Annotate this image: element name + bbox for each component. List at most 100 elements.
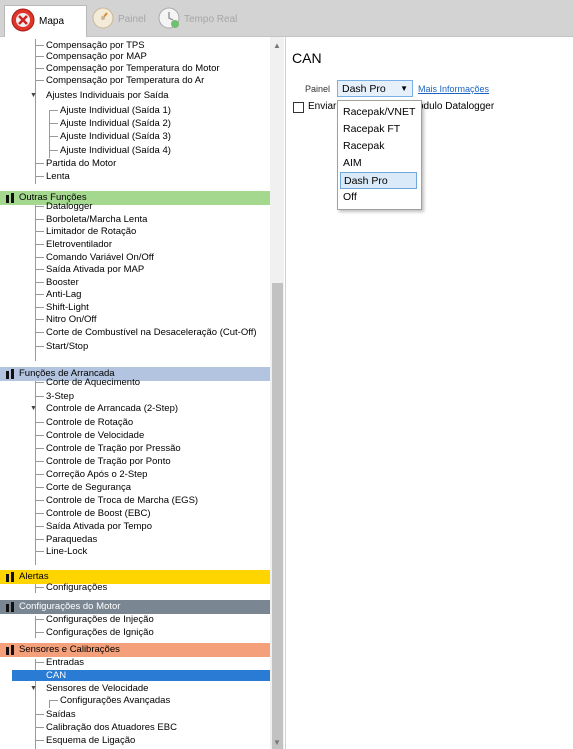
tree-item-label: Corte de Segurança	[46, 482, 132, 493]
tree-item[interactable]: Controle de Troca de Marcha (EGS)	[0, 495, 270, 506]
painel-select-value: Dash Pro	[342, 83, 386, 95]
tree-item[interactable]: Calibração dos Atuadores EBC	[0, 722, 270, 733]
tree-item[interactable]: ▼ Sensores de Velocidade	[0, 683, 270, 694]
tab-mapa[interactable]: Mapa	[4, 5, 87, 37]
tree-item[interactable]: Shift-Light	[0, 302, 270, 313]
tree-item[interactable]: Compensação por TPS	[0, 40, 270, 51]
tree-connector	[35, 662, 44, 663]
tree-item[interactable]: ▼ Ajustes Individuais por Saída	[0, 90, 270, 101]
tree-item[interactable]: 3-Step	[0, 391, 270, 402]
tree-item-label: Compensação por Temperatura do Motor	[46, 63, 220, 74]
datalogger-checkbox[interactable]	[293, 102, 304, 113]
dropdown-option[interactable]: Off	[340, 189, 417, 206]
tree-item-label: Controle de Tração por Pressão	[46, 443, 181, 454]
category-sensores-calibracoes[interactable]: Sensores e Calibrações	[0, 643, 270, 657]
tree-item[interactable]: Controle de Velocidade	[0, 430, 270, 441]
tree-item[interactable]: Compensação por MAP	[0, 51, 270, 62]
tree-item-selected[interactable]: CAN	[12, 670, 270, 681]
tree-item-label: Saída Ativada por Tempo	[46, 521, 152, 532]
tree-connector	[35, 619, 44, 620]
tree-item[interactable]: Limitador de Rotação	[0, 226, 270, 237]
tree-connector	[35, 500, 44, 501]
tree-item-label: Controle de Velocidade	[46, 430, 145, 441]
tree-item[interactable]: Nitro On/Off	[0, 314, 270, 325]
tab-painel[interactable]: Painel	[92, 4, 146, 34]
tree-item[interactable]: Controle de Tração por Pressão	[0, 443, 270, 454]
dropdown-option[interactable]: Racepak	[340, 138, 417, 155]
tree-item[interactable]: Saídas	[0, 709, 270, 720]
tree-item[interactable]: Corte de Segurança	[0, 482, 270, 493]
tree-connector	[35, 257, 44, 258]
category-configuracoes-motor[interactable]: Configurações do Motor	[0, 600, 270, 614]
tree-item[interactable]: Ajuste Individual (Saída 1)	[0, 105, 270, 116]
tree-item[interactable]: Start/Stop	[0, 341, 270, 352]
tree-item[interactable]: Anti-Lag	[0, 289, 270, 300]
tree-item-label: Calibração dos Atuadores EBC	[46, 722, 177, 733]
tree-item-label: Compensação por Temperatura do Ar	[46, 75, 205, 86]
category-label: Sensores e Calibrações	[19, 644, 120, 655]
tree-item[interactable]: Saída Ativada por Tempo	[0, 521, 270, 532]
tree-item[interactable]: Controle de Tração por Ponto	[0, 456, 270, 467]
chevron-down-icon: ▼	[400, 84, 408, 93]
dropdown-option[interactable]: AIM	[340, 155, 417, 172]
tree-item[interactable]: Comando Variável On/Off	[0, 252, 270, 263]
tree-item[interactable]: Line-Lock	[0, 546, 270, 557]
expand-chevron-icon[interactable]: ▼	[30, 683, 37, 694]
scroll-up-icon[interactable]: ▲	[273, 41, 281, 50]
tree-connector	[35, 382, 44, 383]
dropdown-option-selected[interactable]: Dash Pro	[340, 172, 417, 189]
tree-item[interactable]: Corte de Aquecimento	[0, 377, 270, 388]
tree-connector	[35, 80, 44, 81]
tree-item[interactable]: Entradas	[0, 657, 270, 668]
tree-item[interactable]: Configurações de Ignição	[0, 627, 270, 638]
tree-item[interactable]: Paraquedas	[0, 534, 270, 545]
tab-tempo-real[interactable]: Tempo Real	[158, 4, 237, 34]
tree-item[interactable]: Controle de Boost (EBC)	[0, 508, 270, 519]
dropdown-option[interactable]: Racepak FT	[340, 121, 417, 138]
tree-connector	[35, 487, 44, 488]
expand-chevron-icon[interactable]: ▼	[30, 90, 37, 101]
tree-item[interactable]: Partida do Motor	[0, 158, 270, 169]
tree-item[interactable]: Ajuste Individual (Saída 4)	[0, 145, 270, 156]
tree-item[interactable]: Booster	[0, 277, 270, 288]
tree-item-label: Ajuste Individual (Saída 2)	[60, 118, 171, 129]
more-info-link[interactable]: Mais Informações	[418, 84, 489, 94]
tree-item[interactable]: Saída Ativada por MAP	[0, 264, 270, 275]
painel-select[interactable]: Dash Pro ▼	[337, 80, 413, 97]
tree-item-label: Ajuste Individual (Saída 4)	[60, 145, 171, 156]
tree-item-label: Line-Lock	[46, 546, 88, 557]
tree-item[interactable]: Esquema de Ligação	[0, 735, 270, 746]
tree-item[interactable]: Corte de Combustível na Desaceleração (C…	[0, 327, 270, 338]
tab-painel-label: Painel	[118, 13, 146, 25]
tree-item[interactable]: Borboleta/Marcha Lenta	[0, 214, 270, 225]
clock-icon	[158, 7, 180, 32]
tree-item[interactable]: Controle de Rotação	[0, 417, 270, 428]
tree-item[interactable]: Eletroventilador	[0, 239, 270, 250]
checkbox-label-tail: ódulo Datalogger	[418, 101, 495, 112]
tree-item[interactable]: Ajuste Individual (Saída 2)	[0, 118, 270, 129]
tree-connector	[35, 307, 44, 308]
tree-item[interactable]: Configurações de Injeção	[0, 614, 270, 625]
tree-item[interactable]: Lenta	[0, 171, 270, 182]
tree-item[interactable]: Compensação por Temperatura do Ar	[0, 75, 270, 86]
tree-item[interactable]: ▼ Controle de Arrancada (2-Step)	[0, 403, 270, 414]
tree-connector	[35, 396, 44, 397]
tree-item-label: Ajuste Individual (Saída 3)	[60, 131, 171, 142]
tree-item[interactable]: Ajuste Individual (Saída 3)	[0, 131, 270, 142]
tree-connector	[35, 219, 44, 220]
tree-item[interactable]: Configurações	[0, 582, 270, 593]
tree-item[interactable]: Configurações Avançadas	[0, 695, 270, 706]
tree-item[interactable]: Correção Após o 2-Step	[0, 469, 270, 480]
tree-item[interactable]: Compensação por Temperatura do Motor	[0, 63, 270, 74]
dropdown-option[interactable]: Racepak/VNET	[340, 104, 417, 121]
tree-item-label: Shift-Light	[46, 302, 89, 313]
tree-item[interactable]: Datalogger	[0, 201, 270, 212]
tree-connector	[35, 740, 44, 741]
scroll-down-icon[interactable]: ▼	[273, 738, 281, 747]
tree-item-label: Ajuste Individual (Saída 1)	[60, 105, 171, 116]
expand-chevron-icon[interactable]: ▼	[30, 403, 37, 414]
tree-scroll-thumb[interactable]	[272, 283, 283, 749]
tree-item-label: Compensação por MAP	[46, 51, 147, 62]
painel-label: Painel	[305, 84, 331, 94]
tab-mapa-label: Mapa	[39, 16, 65, 27]
